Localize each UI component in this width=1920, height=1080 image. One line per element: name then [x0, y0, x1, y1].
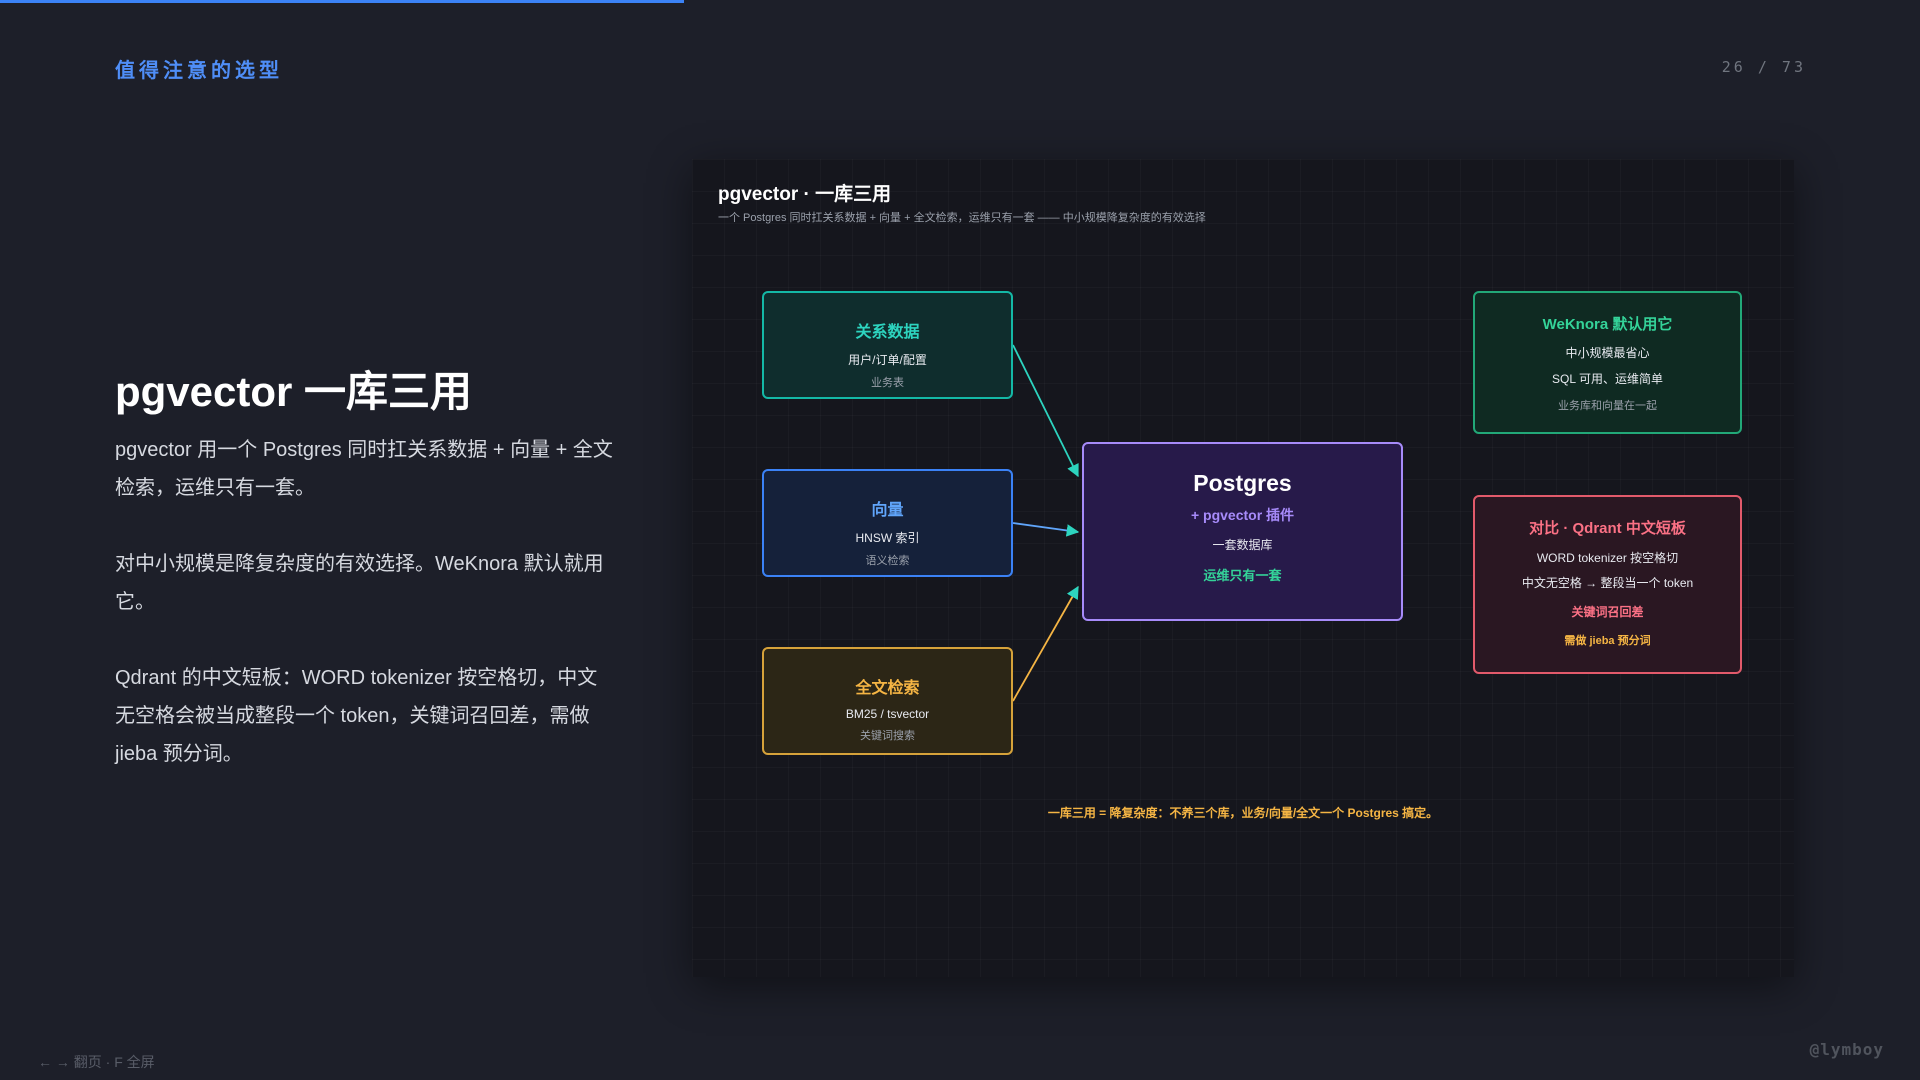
qdrant-line2: 中文无空格 → 整段当一个 token [1521, 576, 1694, 590]
section-label: 值得注意的选型 [115, 60, 283, 82]
fulltext-line: BM25 / tsvector [845, 707, 930, 721]
qdrant-title: 对比 · Qdrant 中文短板 [1529, 520, 1686, 537]
qdrant-warn2: 需做 jieba 预分词 [1564, 635, 1651, 647]
relational-line: 用户/订单/配置 [848, 353, 927, 367]
postgres-line: 一套数据库 [1212, 538, 1273, 552]
weknora-title: WeKnora 默认用它 [1542, 316, 1673, 333]
weknora-line1: 中小规模最省心 [1565, 346, 1650, 360]
qdrant-warn1: 关键词召回差 [1571, 605, 1644, 619]
fulltext-sub: 关键词搜索 [860, 730, 915, 742]
fulltext-box: 全文检索 BM25 / tsvector 关键词搜索 [762, 647, 1013, 755]
diagram-footnote: 一库三用 = 降复杂度：不养三个库，业务/向量/全文一个 Postgres 搞定… [1047, 806, 1439, 820]
arrow-fulltext-to-postgres [1012, 585, 1079, 702]
postgres-box: Postgres + pgvector 插件 一套数据库 运维只有一套 [1082, 442, 1403, 621]
keyboard-nav-hint: ← → 翻页 · F 全屏 [38, 1054, 155, 1070]
weknora-sub: 业务库和向量在一起 [1558, 400, 1657, 412]
paragraph-weknora: 对中小规模是降复杂度的有效选择。WeKnora 默认就用它。 [115, 553, 604, 613]
postgres-plugin: + pgvector 插件 [1190, 507, 1295, 523]
paragraph-qdrant: Qdrant 的中文短板：WORD tokenizer 按空格切，中文无空格会被… [115, 667, 598, 765]
relational-data-box: 关系数据 用户/订单/配置 业务表 [762, 291, 1013, 399]
relational-sub: 业务表 [871, 377, 904, 389]
vector-sub: 语义检索 [865, 555, 910, 567]
diagram-panel: pgvector · 一库三用 一个 Postgres 同时扛关系数据 + 向量… [692, 159, 1794, 977]
slide-title: pgvector 一库三用 [115, 368, 473, 415]
page-counter: 26 / 73 [1721, 58, 1806, 76]
postgres-ops: 运维只有一套 [1203, 568, 1282, 583]
watermark: @lymboy [1809, 1040, 1884, 1059]
relational-title: 关系数据 [855, 324, 920, 341]
weknora-box: WeKnora 默认用它 中小规模最省心 SQL 可用、运维简单 业务库和向量在… [1473, 291, 1742, 434]
progress-bar [0, 0, 684, 3]
postgres-title: Postgres [1193, 470, 1292, 496]
arrow-relational-to-postgres [1012, 344, 1079, 478]
vector-title: 向量 [871, 502, 904, 519]
qdrant-line1: WORD tokenizer 按空格切 [1536, 551, 1679, 565]
vector-line: HNSW 索引 [855, 531, 920, 545]
fulltext-title: 全文检索 [855, 680, 920, 697]
vector-box: 向量 HNSW 索引 语义检索 [762, 469, 1013, 577]
qdrant-box: 对比 · Qdrant 中文短板 WORD tokenizer 按空格切 中文无… [1473, 495, 1742, 674]
arrow-vector-to-postgres [1012, 522, 1080, 537]
paragraph-pgvector: pgvector 用一个 Postgres 同时扛关系数据 + 向量 + 全文检… [115, 439, 613, 499]
weknora-line2: SQL 可用、运维简单 [1552, 372, 1663, 386]
